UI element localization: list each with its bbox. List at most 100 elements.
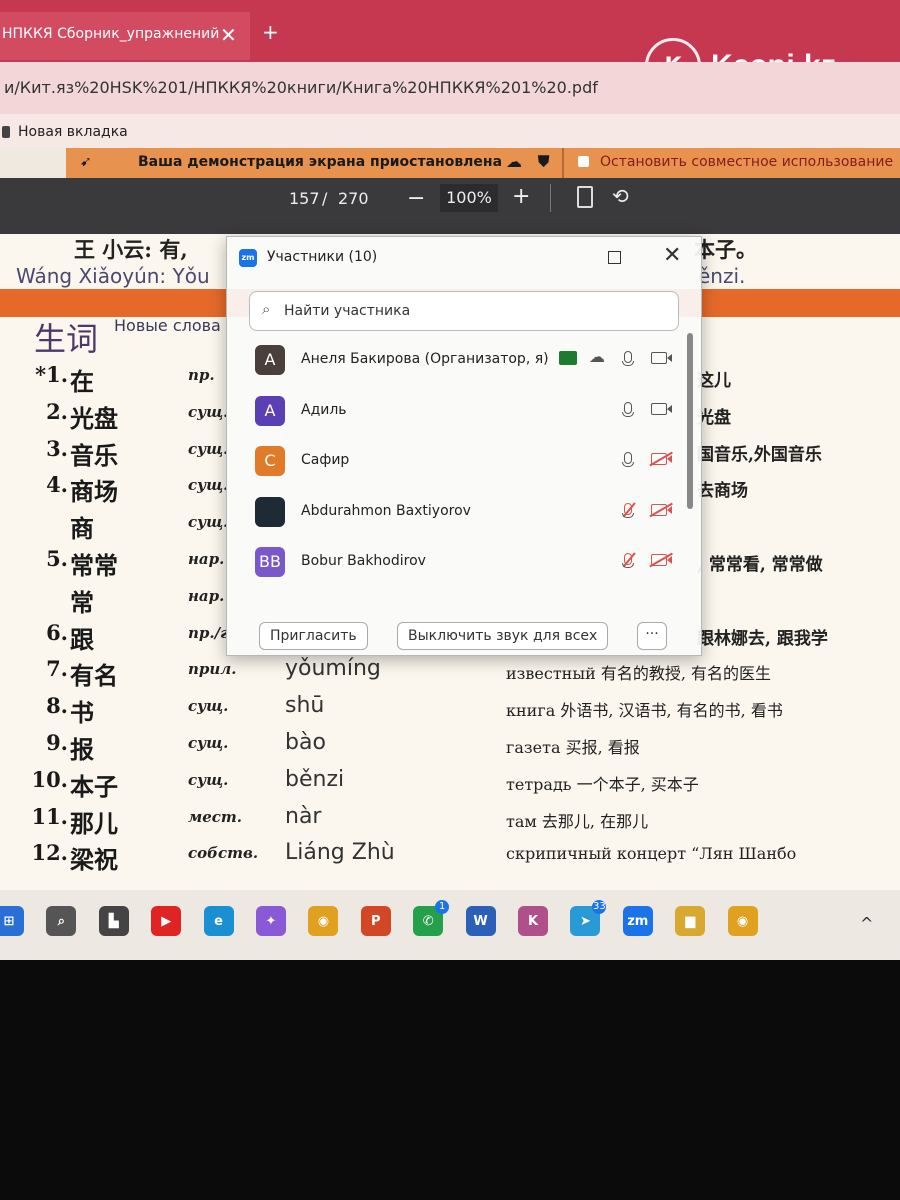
windows-start-icon[interactable]: ⊞ — [0, 906, 24, 936]
rotate-icon[interactable]: ⟲ — [612, 184, 629, 208]
shield-icon[interactable]: ⛊ — [538, 152, 549, 170]
divider — [550, 184, 551, 212]
vocab-row: 11. 那儿 мест. nàr там 去那儿, 在那儿 — [0, 804, 900, 840]
divider — [562, 148, 564, 178]
zoom-level[interactable]: 100% — [440, 184, 498, 212]
chrome-icon-2[interactable]: ◉ — [727, 906, 758, 936]
vocab-word: 商场 — [70, 477, 118, 507]
new-tab-button[interactable]: + — [262, 20, 279, 44]
cloud-icon: ☁ — [589, 347, 605, 366]
mic-muted-icon[interactable] — [622, 502, 634, 518]
url-text[interactable]: и/Кит.яз%20HSK%201/НПККЯ%20книги/Книга%2… — [4, 78, 598, 97]
zoom-in-button[interactable]: + — [512, 184, 530, 209]
avatar: A — [255, 395, 285, 426]
vocab-part-of-speech: сущ. — [188, 513, 229, 532]
zoom-icon[interactable]: zm — [622, 906, 653, 936]
participant-name: Abdurahmon Baxtiyorov — [301, 502, 471, 519]
copilot-icon[interactable]: ✦ — [256, 906, 286, 936]
scrollbar[interactable] — [687, 333, 693, 509]
vocab-word: 音乐 — [70, 440, 118, 470]
vocab-number: *1. — [35, 362, 68, 387]
participant-row[interactable]: C Сафир — [227, 438, 687, 488]
vocab-row: 10. 本子 сущ. běnzi тетрадь 一个本子, 买本子 — [0, 767, 900, 803]
screen: НПККЯ Сборник_упражнений ✕ + K Kaspi.kz … — [0, 0, 900, 960]
browser-tab-strip: НПККЯ Сборник_упражнений ✕ + K Kaspi.kz — [0, 0, 900, 94]
mic-icon[interactable] — [622, 452, 634, 467]
camera-off-icon[interactable] — [651, 453, 672, 465]
screen-share-banner: ➹ Ваша демонстрация экрана приостановлен… — [66, 148, 900, 178]
vocab-number: 11. — [31, 803, 68, 829]
youtube-icon[interactable]: ▶ — [151, 906, 182, 936]
whatsapp-icon[interactable]: ✆ 1 — [413, 900, 450, 936]
mic-icon[interactable] — [622, 351, 634, 366]
notification-badge: 1 — [435, 900, 450, 914]
vocab-word: 商 — [70, 514, 94, 544]
camera-off-icon[interactable] — [651, 503, 672, 516]
taskbar-glyph: ▆ — [685, 913, 696, 929]
maximize-icon[interactable] — [608, 251, 621, 264]
dialog-line-cn: 王 小云: 有, — [74, 237, 188, 262]
task-view-icon[interactable]: ▙ — [98, 906, 129, 936]
vocab-word: 跟 — [70, 624, 94, 654]
camera-icon[interactable] — [651, 352, 672, 364]
chevron-up-icon[interactable]: ^ — [860, 914, 873, 933]
close-icon[interactable]: ✕ — [663, 243, 681, 268]
camera-icon[interactable] — [651, 402, 672, 415]
vocab-pinyin: běnzi — [285, 766, 345, 792]
participant-row[interactable]: A Анеля Бакирова (Организатор, я) ☁ — [227, 337, 687, 387]
bookmarks-bar: Новая вкладка — [0, 114, 900, 148]
bookmark-new-tab[interactable]: Новая вкладка — [2, 124, 128, 140]
chrome-icon[interactable]: ◉ — [308, 906, 339, 936]
invite-button[interactable]: Пригласить — [259, 622, 368, 650]
taskbar-glyph: ➤ — [579, 913, 591, 929]
bookmark-label: Новая вкладка — [18, 124, 128, 140]
zoom-out-button[interactable]: − — [407, 186, 425, 211]
powerpoint-icon[interactable]: P — [360, 906, 391, 936]
current-page-input[interactable]: 157 — [289, 189, 320, 208]
word-icon[interactable]: W — [465, 906, 496, 936]
vocab-number: 4. — [46, 472, 68, 498]
stop-share-button[interactable]: Остановить совместное использование — [600, 154, 893, 170]
participant-search[interactable]: ⌕ — [249, 291, 679, 331]
pointer-icon[interactable]: ➹ — [80, 154, 92, 170]
page-icon — [2, 126, 10, 138]
participant-name: Сафир — [301, 452, 350, 468]
taskbar: ^ ⊞ ⌕ ▙ ▶ e ✦ ◉ P ✆ 1 W K ➤ 33 zm ▆ ◉ — [0, 890, 900, 960]
vocab-pinyin: nàr — [285, 803, 322, 829]
participant-row[interactable]: BB Bobur Bakhodirov — [227, 539, 687, 589]
camera-off-icon[interactable] — [651, 554, 672, 566]
browser-tab[interactable]: НПККЯ Сборник_упражнений ✕ — [0, 12, 250, 60]
more-options-button[interactable]: ··· — [637, 622, 667, 650]
vocab-examples: 去商场 — [697, 481, 748, 502]
mic-muted-icon[interactable] — [622, 553, 634, 568]
mute-all-button[interactable]: Выключить звук для всех — [397, 622, 609, 650]
file-explorer-icon[interactable]: ▆ — [675, 906, 706, 936]
participant-row[interactable]: A Адиль — [227, 388, 687, 438]
vocab-meaning: известный 有名的教授, 有名的医生 — [506, 664, 772, 684]
edge-icon[interactable]: e — [203, 906, 234, 936]
vocab-word: 梁祝 — [70, 845, 118, 875]
address-bar[interactable]: и/Кит.яз%20HSK%201/НПККЯ%20книги/Книга%2… — [0, 62, 900, 114]
vocab-title: 生词 — [34, 320, 99, 358]
search-icon[interactable]: ⌕ — [46, 906, 77, 936]
mic-icon[interactable] — [622, 401, 634, 417]
app-icon[interactable]: K — [518, 906, 548, 936]
taskbar-glyph: zm — [627, 913, 649, 929]
vocab-part-of-speech: сущ. — [188, 402, 229, 421]
taskbar-glyph: W — [473, 913, 488, 929]
vocab-word: 有名 — [70, 661, 118, 691]
search-input[interactable] — [282, 298, 666, 324]
telegram-icon[interactable]: ➤ 33 — [570, 900, 607, 936]
participant-row[interactable]: Abdurahmon Baxtiyorov — [227, 489, 687, 539]
vocab-number: 6. — [46, 619, 68, 645]
close-tab-icon[interactable]: ✕ — [220, 23, 237, 47]
stop-icon[interactable] — [578, 156, 589, 167]
vocab-pinyin: Liáng Zhù — [285, 840, 395, 866]
cloud-icon[interactable]: ☁ — [506, 152, 522, 171]
taskbar-glyph: K — [527, 913, 539, 929]
vocab-row: 12. 梁祝 собств. Liáng Zhù скрипичный концерт … — [0, 840, 900, 876]
fit-page-icon[interactable] — [577, 186, 593, 208]
avatar: A — [255, 345, 285, 375]
vocab-part-of-speech: сущ. — [188, 439, 229, 458]
vocab-pinyin: bào — [285, 730, 326, 755]
